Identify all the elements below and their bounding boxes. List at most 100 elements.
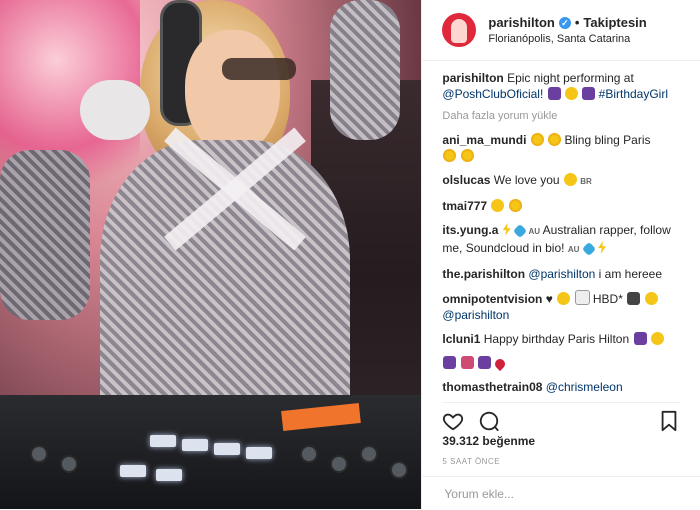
comment-item: its.yung.a AU Australian rapper, follow …	[442, 222, 690, 258]
comment-username[interactable]: omnipotentvision	[442, 292, 542, 306]
separator-dot: •	[574, 15, 580, 30]
comment-mention[interactable]: @chrismeleon	[546, 380, 623, 394]
heart-icon[interactable]	[442, 410, 464, 432]
thumbs-up-emoji-icon	[508, 199, 522, 212]
comment-item: the.parishilton @parishilton i am hereee	[442, 266, 690, 282]
cool-face-emoji-icon	[491, 199, 505, 212]
username-line: parishilton ✓ • Takiptesin	[488, 15, 646, 30]
diamond-emoji-icon	[513, 223, 528, 239]
instagram-post: parishilton ✓ • Takiptesin Florianópolis…	[0, 0, 700, 509]
angel-emoji-icon	[650, 332, 664, 345]
comment-username[interactable]: thomasthetrain08	[442, 380, 542, 394]
avatar[interactable]	[442, 13, 477, 47]
comment-text: i am hereee	[598, 267, 663, 281]
post-side-panel: parishilton ✓ • Takiptesin Florianópolis…	[421, 0, 700, 509]
mixer-knob	[30, 445, 48, 463]
flag-br-icon: BR	[580, 177, 592, 186]
gift-emoji-icon	[582, 87, 596, 100]
mixer-pad	[246, 447, 272, 459]
comment-item: thomasthetrain08 @chrismeleon	[442, 379, 690, 395]
mixer-knob	[60, 455, 78, 473]
caption-text: Epic night performing at	[507, 71, 634, 85]
comment-text: We love you	[493, 173, 560, 187]
mixer-pad	[214, 443, 240, 455]
comment-username[interactable]: tmai777	[442, 199, 487, 213]
party-emoji-icon	[460, 356, 474, 369]
bookmark-icon[interactable]	[658, 410, 680, 432]
caption-mention[interactable]: @PoshClubOficial!	[442, 87, 543, 101]
dj-mixer	[0, 395, 422, 509]
lightning-emoji-icon	[598, 241, 607, 254]
sparkle-emoji-icon	[443, 149, 457, 162]
post-photo[interactable]	[0, 0, 422, 509]
comment-text: HBD*	[592, 292, 623, 306]
post-header: parishilton ✓ • Takiptesin Florianópolis…	[422, 0, 700, 61]
mixer-knob	[330, 455, 348, 473]
sequin-arm	[0, 150, 90, 320]
heart-emoji-icon: ♥	[545, 292, 553, 306]
caption-hashtag[interactable]: #BirthdayGirl	[599, 87, 668, 101]
angel-emoji-icon	[564, 87, 578, 100]
gift-emoji-icon	[443, 356, 457, 369]
smile-emoji-icon	[644, 292, 658, 305]
header-text: parishilton ✓ • Takiptesin Florianópolis…	[488, 15, 646, 45]
comment-item: omnipotentvision ♥ HBD* @parishilton	[442, 290, 690, 323]
flag-au-icon: AU	[528, 227, 540, 236]
diamond-emoji-icon	[581, 241, 596, 257]
location-link[interactable]: Florianópolis, Santa Catarina	[488, 33, 646, 45]
load-more-comments-button[interactable]: Daha fazla yorum yükle	[442, 108, 690, 124]
mixer-pad	[150, 435, 176, 447]
comment-item: tmai777	[442, 198, 690, 214]
caption: parishilton Epic night performing at @Po…	[442, 70, 690, 102]
sparkle-emoji-icon	[460, 149, 474, 162]
face	[185, 30, 280, 155]
comment-username[interactable]: ani_ma_mundi	[442, 133, 526, 147]
gift-emoji-icon	[478, 356, 492, 369]
sparkle-emoji-icon	[548, 133, 562, 146]
camera-emoji-icon	[627, 292, 641, 305]
add-comment-bar	[422, 476, 700, 510]
comment-text: Happy birthday Paris Hilton	[483, 332, 630, 346]
robot-emoji-icon	[557, 292, 571, 305]
comment-item: lcluni1 Happy birthday Paris Hilton	[442, 331, 690, 347]
lightning-emoji-icon	[502, 223, 511, 236]
comment-username[interactable]: the.parishilton	[442, 267, 525, 281]
comment-item	[442, 355, 690, 372]
flag-au-icon: AU	[567, 245, 580, 254]
mixer-knob	[300, 445, 318, 463]
comment-item: ani_ma_mundi Bling bling Paris	[442, 132, 690, 164]
silver-glove	[80, 80, 150, 140]
comment-username[interactable]: lcluni1	[442, 332, 480, 346]
action-bar	[442, 402, 680, 435]
heart-emoji-icon	[493, 356, 508, 372]
comment-username[interactable]: its.yung.a	[442, 223, 498, 237]
avatar-figure	[451, 19, 468, 43]
likes-count[interactable]: 39.312 beğenme	[442, 434, 535, 448]
comment-icon[interactable]	[478, 410, 500, 432]
caption-username[interactable]: parishilton	[442, 71, 503, 85]
comments-list: parishilton Epic night performing at @Po…	[442, 70, 690, 396]
mixer-knob	[360, 445, 378, 463]
mixer-pad	[120, 465, 146, 477]
mixer-pad	[182, 439, 208, 451]
post-timestamp: 5 SAAT ÖNCE	[442, 457, 501, 466]
sparkle-emoji-icon	[530, 133, 544, 146]
gift-emoji-icon	[633, 332, 647, 345]
raised-arm	[330, 0, 400, 140]
mixer-knob	[390, 461, 408, 479]
gift-emoji-icon	[547, 87, 561, 100]
header-username[interactable]: parishilton	[488, 15, 554, 30]
comment-text: Bling bling Paris	[564, 133, 651, 147]
verified-badge-icon: ✓	[558, 16, 571, 29]
comment-item: olslucas We love you BR	[442, 172, 690, 190]
kiss-face-emoji-icon	[563, 173, 577, 186]
comment-input[interactable]	[442, 485, 680, 502]
love-letter-emoji-icon	[574, 290, 590, 305]
orange-tape	[281, 402, 361, 432]
follow-status-button[interactable]: Takiptesin	[583, 15, 646, 30]
comment-mention[interactable]: @parishilton	[442, 308, 509, 322]
comment-mention[interactable]: @parishilton	[528, 267, 595, 281]
mixer-pad	[156, 469, 182, 481]
sunglasses	[222, 58, 296, 80]
comment-username[interactable]: olslucas	[442, 173, 490, 187]
